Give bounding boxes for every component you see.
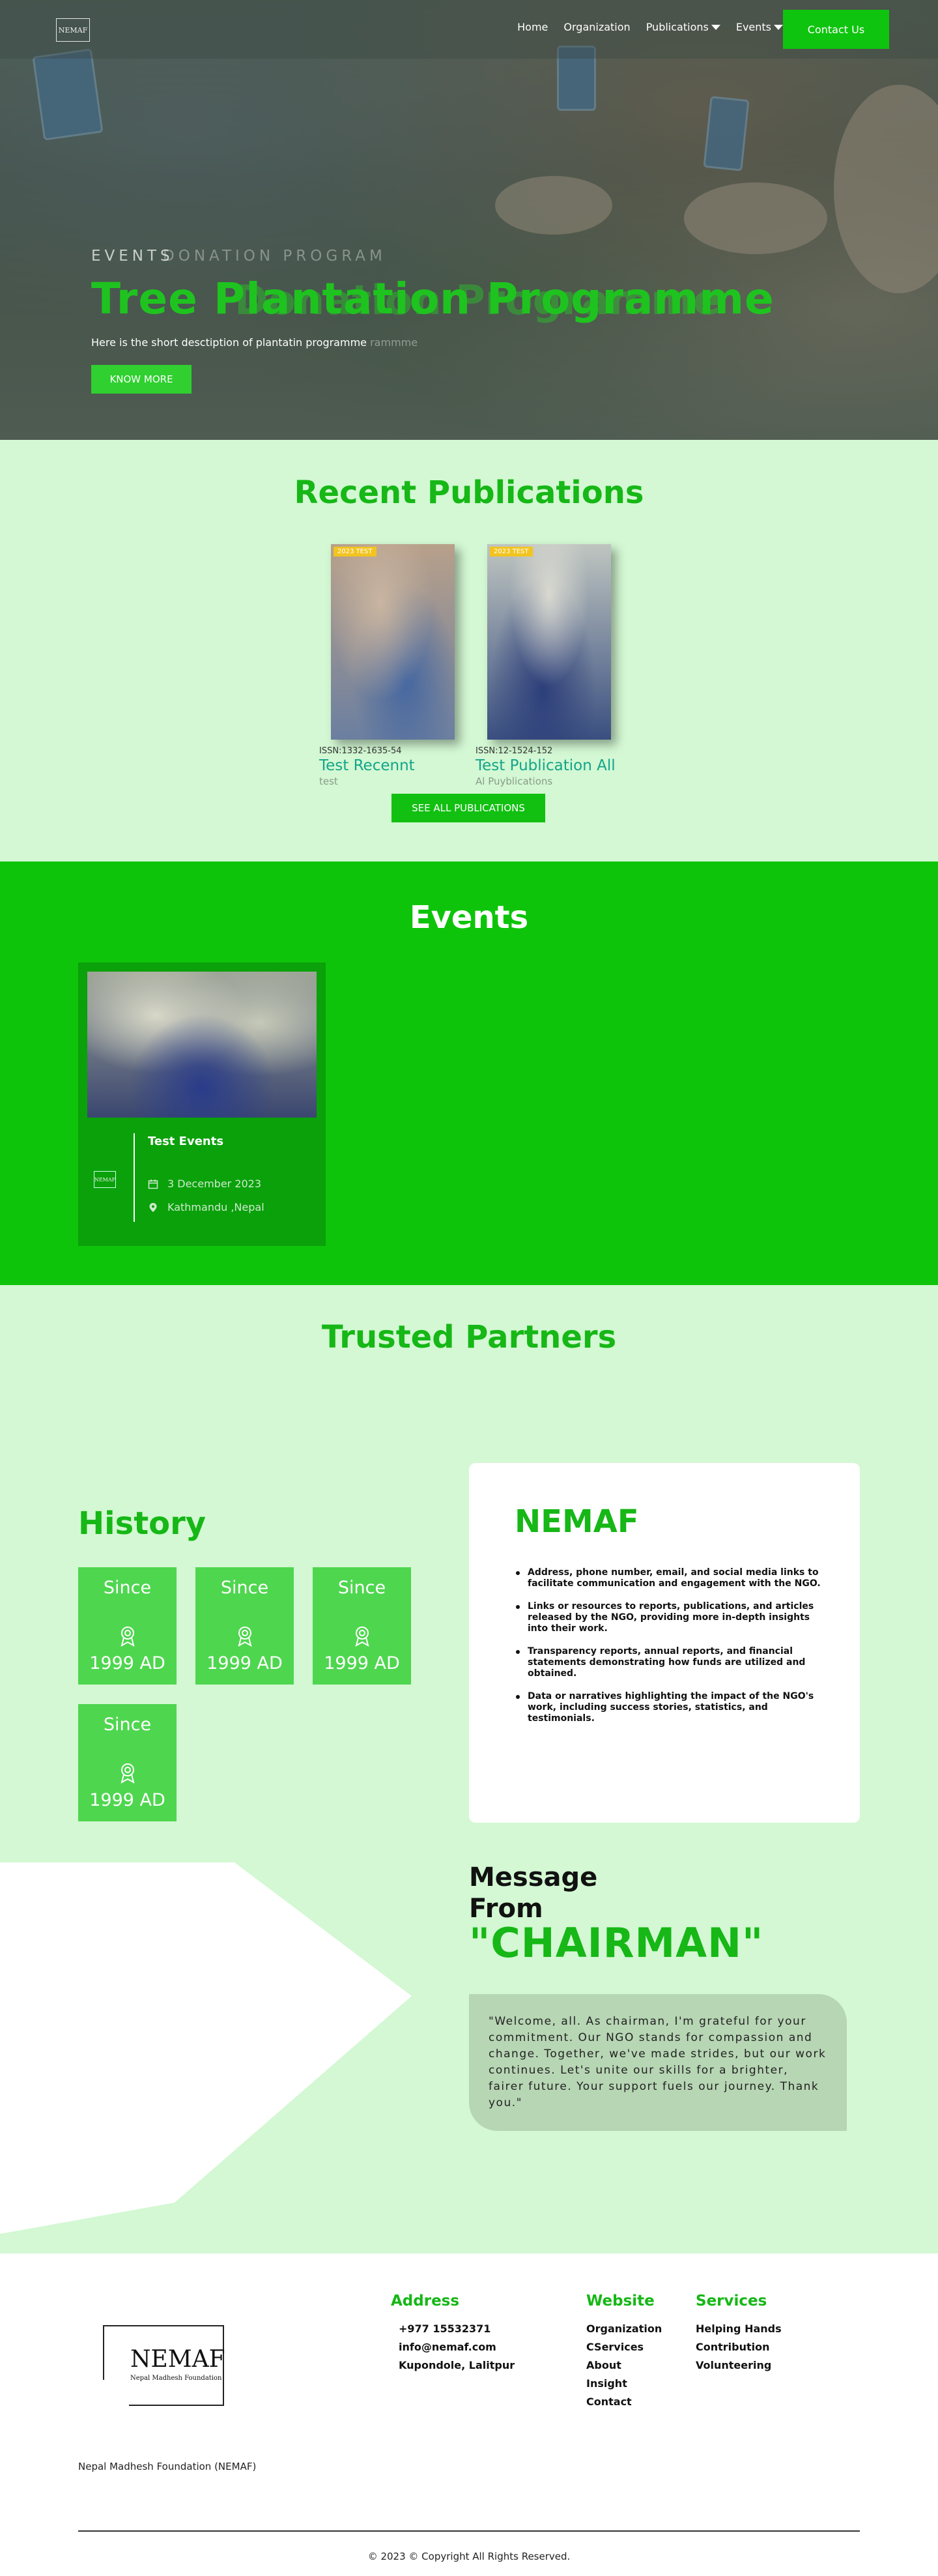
history-since-label: Since bbox=[103, 1715, 152, 1735]
award-icon bbox=[355, 1627, 369, 1647]
event-location-text: Kathmandu ,Nepal bbox=[167, 1201, 264, 1213]
partners-title: Trusted Partners bbox=[321, 1319, 617, 1355]
nemaf-point: Transparency reports, annual reports, an… bbox=[515, 1646, 821, 1679]
hero-description-ghost: rammme bbox=[370, 336, 418, 349]
footer-link-helping-hands[interactable]: Helping Hands bbox=[696, 2323, 782, 2335]
footer-link-about[interactable]: About bbox=[586, 2359, 621, 2371]
footer-phone[interactable]: +977 15532371 bbox=[399, 2323, 490, 2335]
publication-cover[interactable]: 2023 TEST bbox=[487, 544, 611, 740]
history-box: Since 1999 AD bbox=[78, 1567, 177, 1685]
event-name[interactable]: Test Events bbox=[148, 1135, 223, 1148]
map-pin-icon bbox=[149, 1202, 157, 1212]
history-year: 1999 AD bbox=[206, 1653, 283, 1673]
publications-title: Recent Publications bbox=[294, 474, 644, 511]
publication-issn: ISSN:12-1524-152 bbox=[476, 746, 553, 756]
hero-description-text: Here is the short desctiption of plantat… bbox=[91, 336, 367, 349]
footer-services-heading: Services bbox=[696, 2293, 767, 2309]
footer-logo-subtitle: Nepal Madhesh Foundation bbox=[130, 2375, 222, 2382]
footer-location: Kupondole, Lalitpur bbox=[399, 2359, 515, 2371]
event-date: 3 December 2023 bbox=[148, 1178, 261, 1190]
footer-logo-name: NEMAF bbox=[130, 2346, 225, 2373]
logo-notch bbox=[102, 2380, 129, 2410]
footer-org-name: Nepal Madhesh Foundation (NEMAF) bbox=[78, 2461, 257, 2472]
event-date-text: 3 December 2023 bbox=[167, 1178, 262, 1190]
footer-logo[interactable]: NEMAF Nepal Madhesh Foundation bbox=[102, 2325, 225, 2410]
chairman-quote-box: "Welcome, all. As chairman, I'm grateful… bbox=[469, 1994, 847, 2131]
calendar-icon bbox=[148, 1179, 158, 1189]
nav-home-label: Home bbox=[517, 21, 548, 33]
publication-cover[interactable]: 2023 TEST bbox=[331, 544, 455, 740]
events-title: Events bbox=[409, 899, 529, 936]
footer-website-heading: Website bbox=[586, 2293, 655, 2309]
history-year: 1999 AD bbox=[89, 1790, 165, 1810]
hero-description: Here is the short desctiption of plantat… bbox=[91, 336, 418, 349]
footer-address-heading: Address bbox=[391, 2293, 460, 2309]
footer-divider bbox=[78, 2530, 860, 2532]
chevron-down-icon bbox=[711, 24, 720, 30]
events-section: Events NEMAF Test Events 3 December 2023… bbox=[0, 861, 938, 1285]
publication-name[interactable]: Test Recennt bbox=[319, 757, 415, 774]
event-location: Kathmandu ,Nepal bbox=[148, 1201, 264, 1213]
publication-tag: 2023 TEST bbox=[334, 547, 377, 557]
nav-links: Home Organization Publications Events bbox=[517, 21, 783, 33]
publication-subtitle: test bbox=[319, 775, 338, 787]
footer-link-services[interactable]: CServices bbox=[586, 2341, 644, 2353]
history-since-label: Since bbox=[103, 1578, 152, 1598]
history-since-label: Since bbox=[337, 1578, 386, 1598]
footer-link-volunteering[interactable]: Volunteering bbox=[696, 2359, 771, 2371]
nemaf-card-title: NEMAF bbox=[515, 1503, 639, 1540]
nemaf-points-list: Address, phone number, email, and social… bbox=[515, 1567, 821, 1736]
chairman-quote: "Welcome, all. As chairman, I'm grateful… bbox=[489, 2015, 827, 2109]
nemaf-point: Address, phone number, email, and social… bbox=[515, 1567, 821, 1589]
footer-link-contact[interactable]: Contact bbox=[586, 2395, 632, 2408]
award-icon bbox=[238, 1627, 252, 1647]
copyright: © 2023 © Copyright All Rights Reserved. bbox=[367, 2551, 571, 2562]
publication-issn: ISSN:1332-1635-54 bbox=[319, 746, 402, 756]
nav-events[interactable]: Events bbox=[736, 21, 783, 33]
nemaf-info-card: NEMAF Address, phone number, email, and … bbox=[469, 1463, 860, 1823]
nav-organization-label: Organization bbox=[563, 21, 631, 33]
chairman-heading: "CHAIRMAN" bbox=[469, 1919, 764, 1967]
footer-link-insight[interactable]: Insight bbox=[586, 2377, 627, 2390]
nav-events-label: Events bbox=[735, 21, 771, 33]
hero-eyebrow: EVENTS bbox=[91, 248, 174, 265]
nav-home[interactable]: Home bbox=[517, 21, 548, 33]
nav-publications[interactable]: Publications bbox=[646, 21, 720, 33]
top-navbar: NEMAF Home Organization Publications Eve… bbox=[0, 0, 938, 59]
history-year: 1999 AD bbox=[89, 1653, 165, 1673]
history-box: Since 1999 AD bbox=[195, 1567, 294, 1685]
publication-subtitle: Al Puyblications bbox=[476, 775, 553, 787]
history-title: History bbox=[78, 1505, 206, 1542]
history-since-label: Since bbox=[220, 1578, 269, 1598]
nemaf-point: Data or narratives highlighting the impa… bbox=[515, 1691, 821, 1724]
site-logo[interactable]: NEMAF bbox=[56, 18, 90, 42]
chevron-down-icon bbox=[774, 24, 783, 30]
chairman-heading-line1: Message bbox=[469, 1862, 598, 1892]
hero-eyebrow-ghost: DONATION PROGRAM bbox=[163, 248, 386, 265]
event-logo: NEMAF bbox=[94, 1171, 116, 1188]
event-image bbox=[87, 972, 317, 1118]
footer-email[interactable]: info@nemaf.com bbox=[399, 2341, 496, 2353]
publication-name[interactable]: Test Publication All bbox=[476, 757, 616, 774]
contact-us-button[interactable]: Contact Us bbox=[783, 10, 889, 49]
publication-tag: 2023 TEST bbox=[490, 547, 533, 557]
footer-link-contribution[interactable]: Contribution bbox=[696, 2341, 770, 2353]
footer-link-organization[interactable]: Organization bbox=[586, 2323, 662, 2335]
nav-publications-label: Publications bbox=[646, 21, 709, 33]
see-all-publications-button[interactable]: SEE ALL PUBLICATIONS bbox=[391, 794, 545, 822]
history-box: Since 1999 AD bbox=[313, 1567, 411, 1685]
award-icon bbox=[121, 1627, 135, 1647]
nemaf-point: Links or resources to reports, publicati… bbox=[515, 1601, 821, 1634]
nav-organization[interactable]: Organization bbox=[563, 21, 630, 33]
event-divider bbox=[134, 1133, 135, 1222]
event-card[interactable]: NEMAF Test Events 3 December 2023 Kathma… bbox=[78, 962, 326, 1246]
know-more-button[interactable]: KNOW MORE bbox=[91, 365, 192, 394]
award-icon bbox=[121, 1763, 135, 1784]
history-box: Since 1999 AD bbox=[78, 1704, 177, 1821]
hero-title: Tree Plantation Programme bbox=[91, 274, 775, 324]
decorative-shape bbox=[0, 1862, 412, 2234]
footer: NEMAF Nepal Madhesh Foundation Address +… bbox=[0, 2253, 938, 2576]
hero-banner: NEMAF Home Organization Publications Eve… bbox=[0, 0, 938, 440]
history-year: 1999 AD bbox=[324, 1653, 400, 1673]
